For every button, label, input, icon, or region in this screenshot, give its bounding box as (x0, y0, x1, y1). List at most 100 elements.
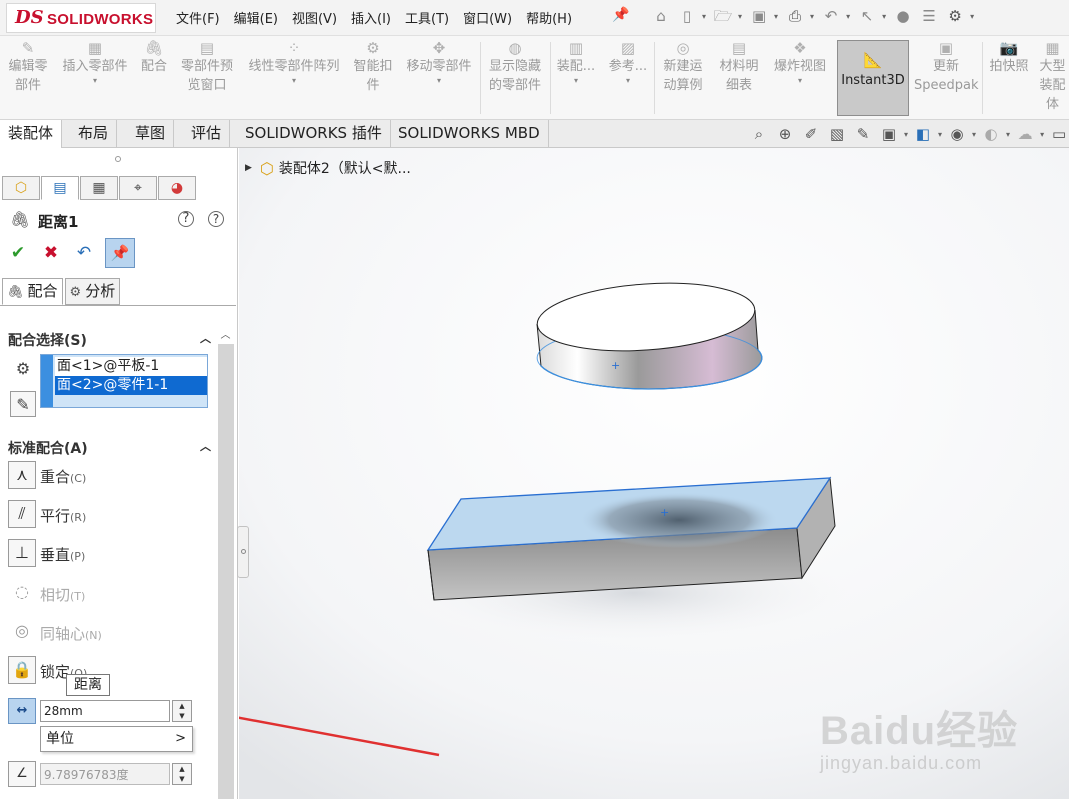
tab-addins[interactable]: SOLIDWORKS 插件 (237, 120, 391, 148)
chevron-down-icon[interactable]: ▾ (768, 76, 832, 86)
component-preview-button[interactable]: ▤ 零部件预览窗口 (176, 40, 238, 95)
list-item[interactable]: 面<1>@平板-1 (55, 357, 207, 376)
insert-component-button[interactable]: ▦ 插入零部件 ▾ (58, 40, 132, 86)
menu-view[interactable]: 视图(V) (292, 8, 337, 27)
mate-coincident[interactable]: ⋏ 重合(C) (6, 461, 206, 491)
feature-tree-root[interactable]: ▶ ⬡ 装配体2（默认<默... (245, 158, 411, 178)
save-icon[interactable]: ▣ (748, 5, 770, 27)
edit-component-button[interactable]: ✎ 编辑零部件 (4, 40, 52, 95)
help-icon[interactable]: ? (208, 211, 224, 227)
chevron-down-icon[interactable]: ▾ (774, 12, 778, 21)
list-item[interactable]: 面<2>@零件1-1 (55, 376, 207, 395)
whats-new-help-icon[interactable]: ? (178, 211, 194, 227)
chevron-down-icon[interactable]: ▾ (402, 76, 476, 86)
angle-spinner[interactable]: ▲ ▼ (172, 763, 192, 785)
chevron-down-icon[interactable]: ▾ (606, 76, 650, 86)
dynamic-annotation-icon[interactable]: ✎ (852, 124, 874, 144)
tab-analysis[interactable]: ⚙ 分析 (64, 278, 121, 305)
show-hidden-components-button[interactable]: ◍ 显示隐藏的零部件 (484, 40, 546, 95)
chevron-down-icon[interactable]: ▾ (810, 12, 814, 21)
dimxpert-tab[interactable]: ⌖ (119, 176, 157, 200)
take-snapshot-button[interactable]: 📷 拍快照 (986, 40, 1032, 76)
scrollbar-thumb[interactable] (218, 344, 234, 799)
unit-menu-item[interactable]: 单位 > (40, 726, 193, 752)
tab-assembly[interactable]: 装配体 (0, 120, 63, 148)
undo-button[interactable]: ↶ (72, 241, 96, 265)
mate-selection-list[interactable]: 面<1>@平板-1 面<2>@零件1-1 (40, 354, 208, 408)
mate-reference-icon[interactable]: ✎ (10, 391, 36, 417)
chevron-down-icon[interactable]: ▾ (1006, 130, 1010, 139)
chevron-down-icon[interactable]: ▾ (58, 76, 132, 86)
section-view-icon[interactable]: ▧ (826, 124, 848, 144)
chevron-down-icon[interactable]: ▾ (554, 76, 598, 86)
panel-scrollbar[interactable]: ︿ (217, 324, 234, 799)
undo-icon[interactable]: ↶ (820, 5, 842, 27)
chevron-down-icon[interactable]: ▾ (970, 12, 974, 21)
menu-edit[interactable]: 编辑(E) (234, 8, 278, 27)
menu-window[interactable]: 窗口(W) (463, 8, 512, 27)
chevron-down-icon[interactable]: ▾ (738, 12, 742, 21)
mate-selections-heading[interactable]: 配合选择(S) ︿ (8, 330, 213, 350)
tab-mbd[interactable]: SOLIDWORKS MBD (390, 120, 549, 148)
home-icon[interactable]: ⌂ (650, 5, 672, 27)
menu-tools[interactable]: 工具(T) (405, 8, 449, 27)
print-icon[interactable]: ⎙ (784, 5, 806, 27)
tab-mates[interactable]: 🖇 配合 (2, 278, 63, 305)
menu-file[interactable]: 文件(F) (176, 8, 220, 27)
display-manager-tab[interactable]: ◕ (158, 176, 196, 200)
menu-insert[interactable]: 插入(I) (351, 8, 391, 27)
mate-parallel[interactable]: ⫽ 平行(R) (6, 500, 206, 530)
zoom-to-fit-icon[interactable]: ⌕ (748, 124, 770, 144)
bill-of-materials-button[interactable]: ▤ 材料明细表 (714, 40, 764, 95)
exploded-view-button[interactable]: ❖ 爆炸视图 ▾ (768, 40, 832, 86)
featuremanager-tab[interactable]: ⬡ (2, 176, 40, 200)
gear-icon[interactable]: ⚙ (944, 5, 966, 27)
solidworks-logo[interactable]: DS SOLIDWORKS (6, 3, 156, 33)
spin-up-icon[interactable]: ▲ (173, 701, 191, 711)
reference-geometry-button[interactable]: ▨ 参考... ▾ (606, 40, 650, 86)
mate-button[interactable]: 🖇 配合 (138, 40, 170, 76)
new-motion-study-button[interactable]: ◎ 新建运动算例 (658, 40, 708, 95)
panel-splitter-handle[interactable] (237, 526, 249, 578)
collapse-chevron-icon[interactable]: ︿ (200, 330, 211, 346)
chevron-down-icon[interactable]: ▾ (846, 12, 850, 21)
distance-icon[interactable]: ↔ (8, 698, 36, 724)
expand-triangle-icon[interactable]: ▶ (245, 163, 252, 173)
hide-show-items-icon[interactable]: ◉ (946, 124, 968, 144)
open-folder-icon[interactable]: 🗁 (712, 5, 734, 27)
edit-appearance-icon[interactable]: ◐ (980, 124, 1002, 144)
propertymanager-tab[interactable]: ▤ (41, 176, 79, 200)
angle-input[interactable] (40, 763, 170, 785)
update-speedpak-button[interactable]: ▣ 更新Speedpak (914, 40, 979, 95)
new-document-icon[interactable]: ▯ (676, 5, 698, 27)
apply-scene-icon[interactable]: ☁ (1014, 124, 1036, 144)
mate-perpendicular[interactable]: ⊥ 垂直(P) (6, 539, 206, 569)
view-settings-icon[interactable]: ▭ (1048, 124, 1069, 144)
mate-tangent[interactable]: ◌ 相切(T) (6, 579, 206, 609)
collapse-chevron-icon[interactable]: ︿ (200, 438, 211, 454)
file-properties-icon[interactable]: ☰ (918, 5, 940, 27)
tab-sketch[interactable]: 草图 (127, 120, 175, 148)
chevron-down-icon[interactable]: ▾ (244, 76, 344, 86)
move-component-button[interactable]: ✥ 移动零部件 ▾ (402, 40, 476, 86)
chevron-down-icon[interactable]: ▾ (1040, 130, 1044, 139)
instant3d-button[interactable]: 📐 Instant3D (837, 40, 909, 116)
angle-icon[interactable]: ∠ (8, 761, 36, 787)
previous-view-icon[interactable]: ✐ (800, 124, 822, 144)
spin-down-icon[interactable]: ▼ (173, 774, 191, 784)
tab-layout[interactable]: 布局 (70, 120, 118, 148)
view-orientation-icon[interactable]: ▣ (878, 124, 900, 144)
spin-up-icon[interactable]: ▲ (173, 764, 191, 774)
menu-help[interactable]: 帮助(H) (526, 8, 572, 27)
distance-spinner[interactable]: ▲ ▼ (172, 700, 192, 722)
cancel-button[interactable]: ✖ (39, 241, 63, 265)
chevron-down-icon[interactable]: ▾ (882, 12, 886, 21)
pin-menu-icon[interactable]: 📌 (612, 7, 629, 23)
ok-button[interactable]: ✔ (6, 241, 30, 265)
chevron-down-icon[interactable]: ▾ (702, 12, 706, 21)
keep-visible-pin-button[interactable]: 📌 (105, 238, 135, 268)
spin-down-icon[interactable]: ▼ (173, 711, 191, 721)
chevron-up-icon[interactable]: ︿ (217, 326, 234, 341)
assembly-features-button[interactable]: ▥ 装配... ▾ (554, 40, 598, 86)
linear-pattern-button[interactable]: ⁘ 线性零部件阵列 ▾ (244, 40, 344, 86)
